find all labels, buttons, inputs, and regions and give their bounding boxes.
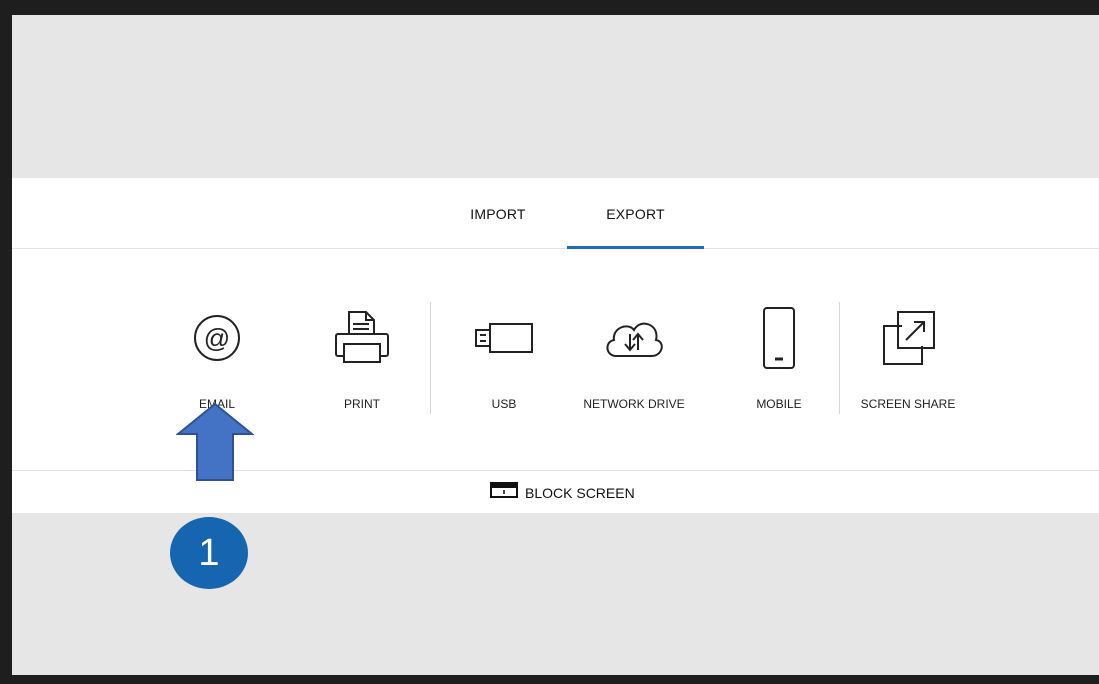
- print-option[interactable]: PRINT: [307, 303, 417, 418]
- mobile-phone-icon: [724, 303, 834, 373]
- screen-share-label: SCREEN SHARE: [860, 397, 956, 411]
- tab-import[interactable]: IMPORT: [448, 178, 548, 248]
- network-drive-option[interactable]: NETWORK DRIVE: [579, 303, 689, 418]
- usb-icon: [449, 303, 559, 373]
- tab-bar: IMPORT EXPORT: [12, 178, 1099, 249]
- mobile-label: MOBILE: [756, 397, 802, 411]
- svg-text:@: @: [204, 323, 230, 353]
- screen-share-icon: [853, 303, 963, 373]
- mobile-option[interactable]: MOBILE: [724, 303, 834, 418]
- option-divider: [430, 302, 431, 414]
- block-screen-button[interactable]: BLOCK SCREEN: [490, 471, 635, 514]
- print-label: PRINT: [344, 397, 380, 411]
- printer-icon: [307, 303, 417, 373]
- block-screen-icon: [490, 482, 518, 503]
- cloud-sync-icon: [579, 303, 689, 373]
- option-divider: [839, 302, 840, 414]
- screen-frame: IMPORT EXPORT @ EMAIL PRINT USB NETWORK …: [12, 15, 1099, 675]
- up-arrow-annotation: [176, 402, 254, 481]
- email-icon: @: [162, 303, 272, 373]
- network-drive-label: NETWORK DRIVE: [583, 397, 685, 411]
- screen-share-option[interactable]: SCREEN SHARE: [853, 303, 963, 418]
- step-number-badge: 1: [170, 517, 248, 589]
- email-option[interactable]: @ EMAIL: [162, 303, 272, 418]
- usb-option[interactable]: USB: [449, 303, 559, 418]
- tab-export-label: EXPORT: [606, 206, 665, 222]
- usb-label: USB: [491, 397, 517, 411]
- tab-export[interactable]: EXPORT: [567, 178, 704, 249]
- block-screen-label: BLOCK SCREEN: [525, 484, 635, 501]
- active-tab-indicator: [567, 246, 704, 249]
